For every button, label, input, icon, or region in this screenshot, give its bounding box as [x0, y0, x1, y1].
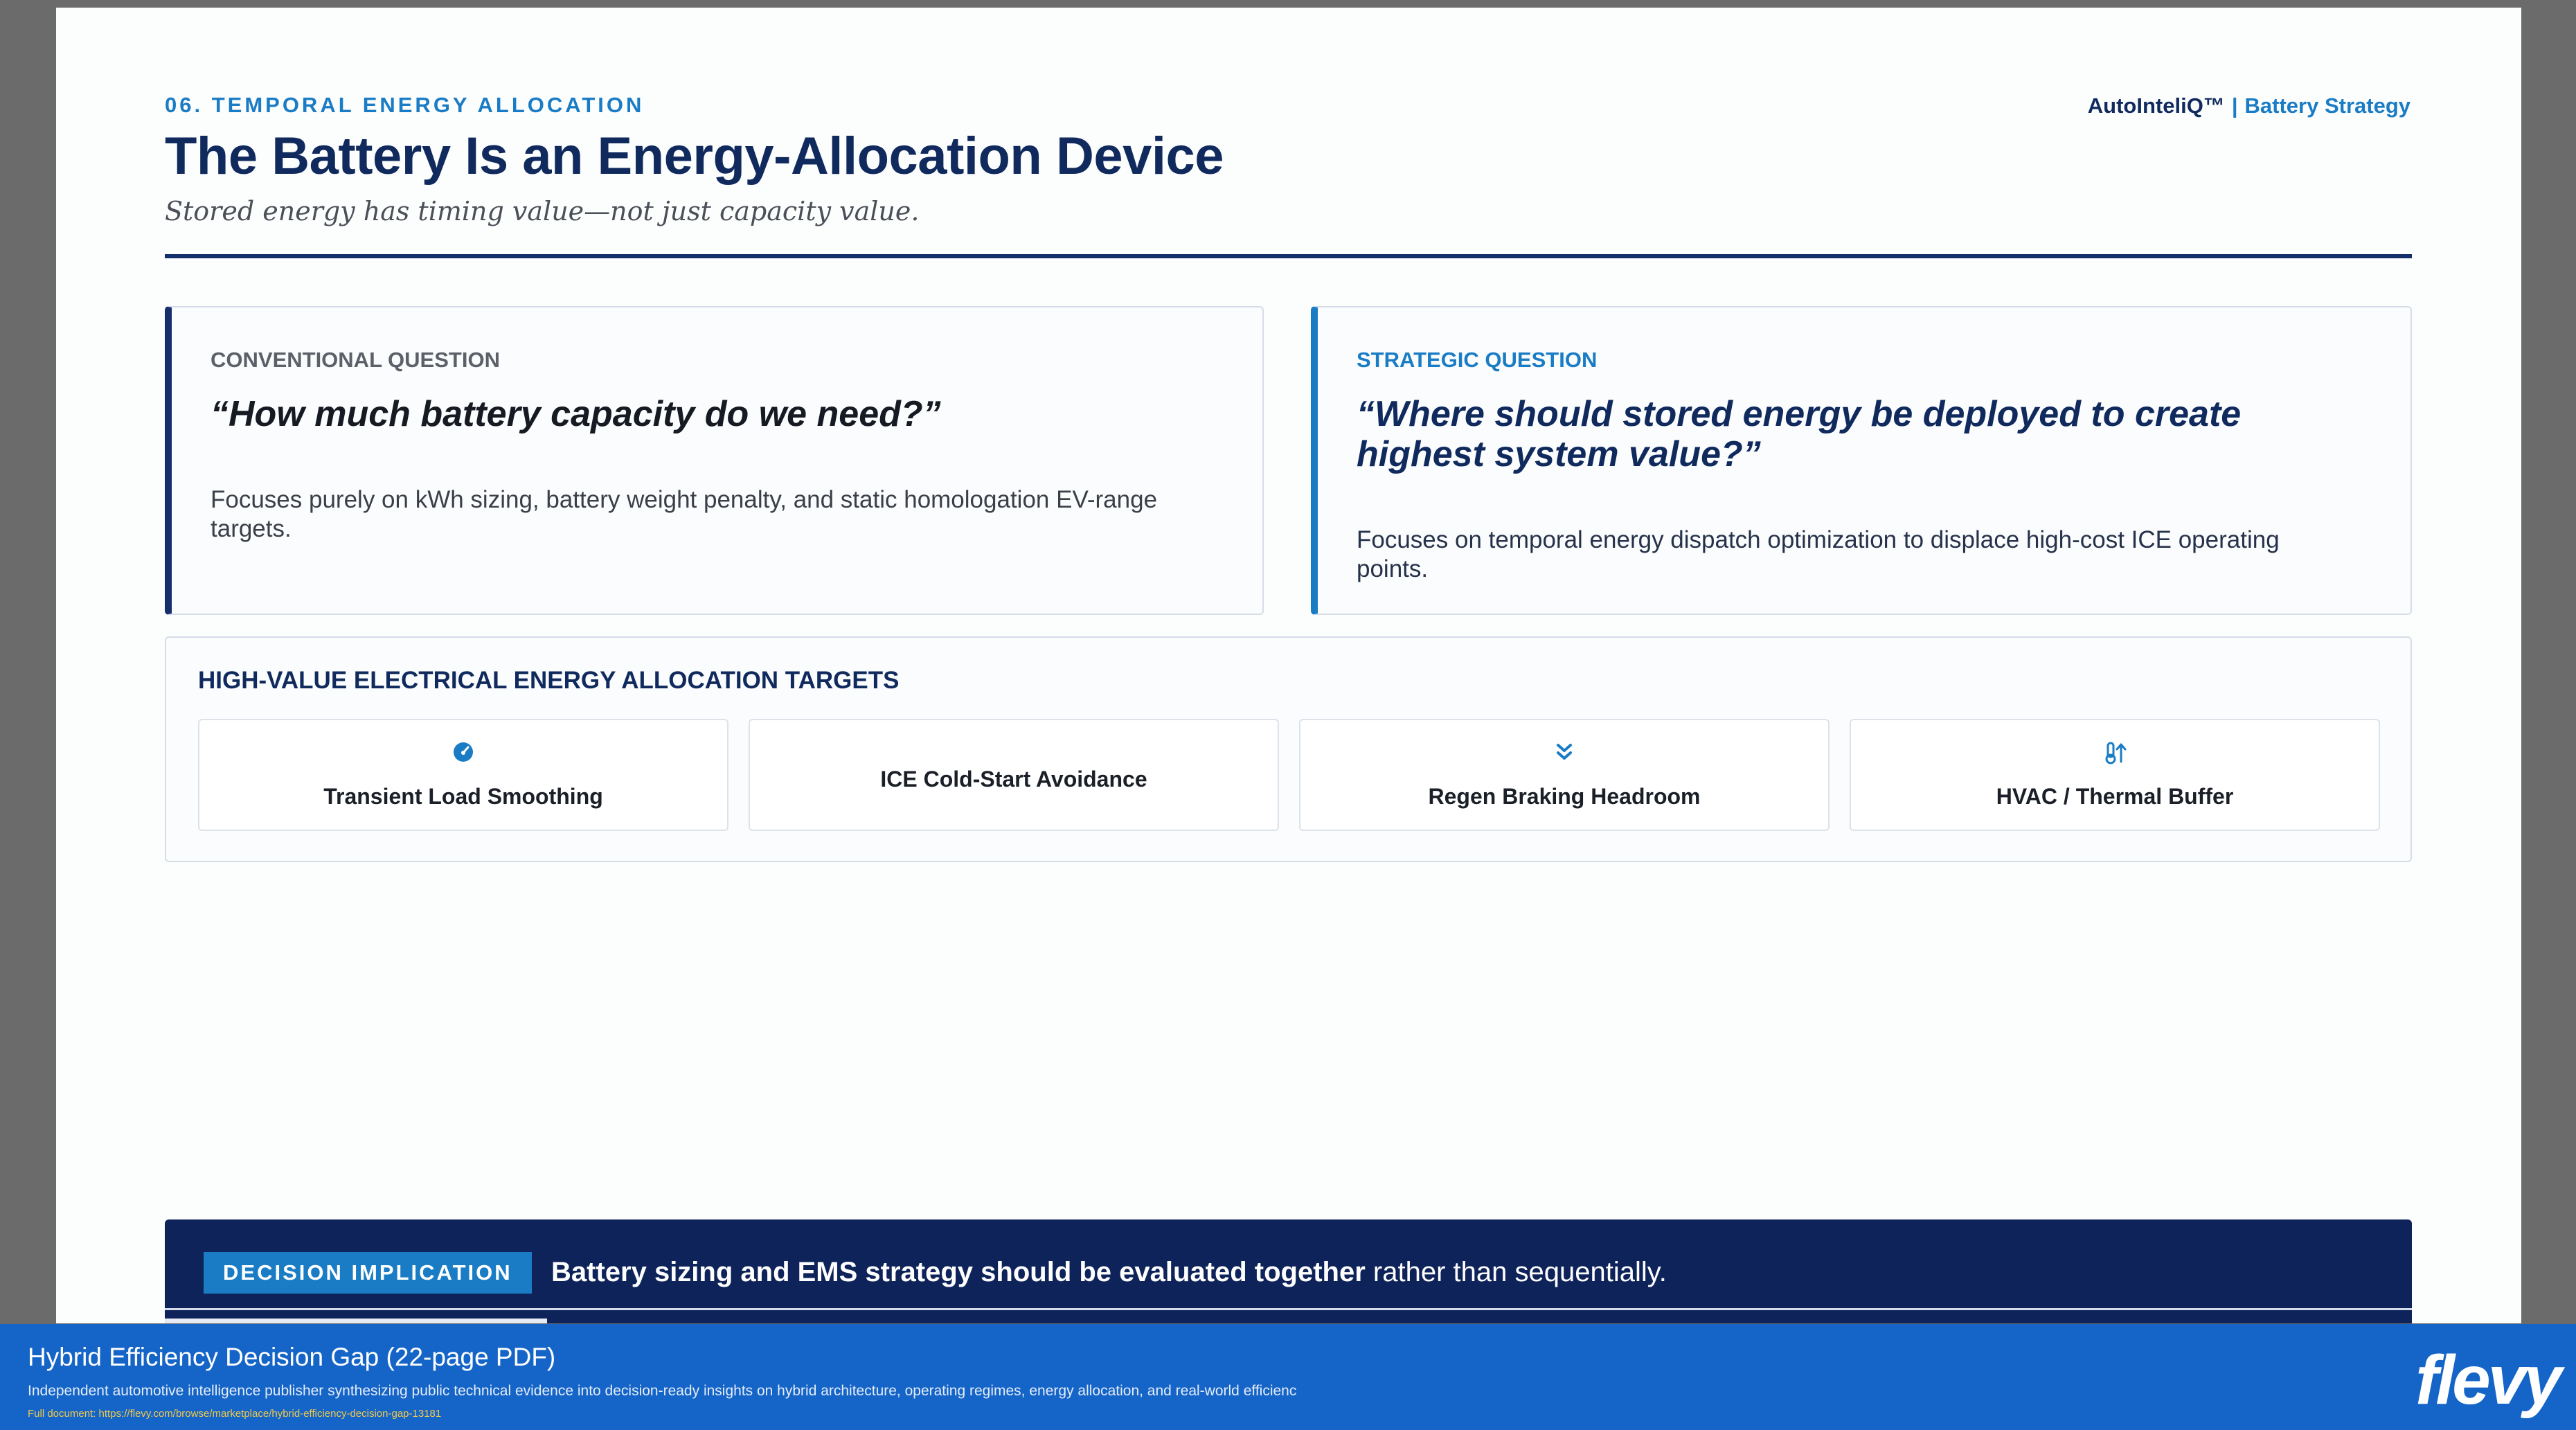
target-card-cold-start: ICE Cold-Start Avoidance: [749, 719, 1279, 831]
thermometer-icon: [1851, 741, 2379, 770]
conventional-question: “How much battery capacity do we need?”: [211, 394, 941, 434]
page-title: The Battery Is an Energy-Allocation Devi…: [165, 127, 1224, 186]
brand-subtitle: Battery Strategy: [2244, 93, 2410, 118]
double-chevron-down-icon: [1300, 741, 1828, 769]
brand-separator: |: [2231, 93, 2238, 118]
decision-divider: [165, 1308, 2412, 1310]
targets-title: HIGH-VALUE ELECTRICAL ENERGY ALLOCATION …: [198, 667, 900, 694]
gauge-icon: [199, 741, 727, 769]
strategic-description: Focuses on temporal energy dispatch opti…: [1357, 526, 2280, 582]
decision-tab: [165, 1319, 547, 1323]
brand-name: AutoInteliQ™: [2087, 93, 2225, 118]
conventional-question-card: CONVENTIONAL QUESTION “How much battery …: [165, 306, 1264, 615]
section-label: 06. TEMPORAL ENERGY ALLOCATION: [165, 93, 645, 117]
footer-title[interactable]: Hybrid Efficiency Decision Gap (22-page …: [28, 1343, 555, 1372]
footer-description: Independent automotive intelligence publ…: [28, 1383, 1297, 1399]
page-subtitle: Stored energy has timing value—not just …: [165, 196, 920, 226]
target-label: Regen Braking Headroom: [1428, 784, 1701, 809]
brand-mark: AutoInteliQ™ | Battery Strategy: [2088, 93, 2410, 118]
strategic-label: STRATEGIC QUESTION: [1357, 348, 1598, 372]
conventional-description: Focuses purely on kWh sizing, battery we…: [211, 486, 1158, 542]
decision-implication-bar: DECISION IMPLICATION Battery sizing and …: [165, 1219, 2412, 1323]
footer-link[interactable]: Full document: https://flevy.com/browse/…: [28, 1408, 441, 1420]
target-label: HVAC / Thermal Buffer: [1996, 784, 2234, 809]
decision-statement-rest: rather than sequentially.: [1365, 1257, 1667, 1287]
target-label: ICE Cold-Start Avoidance: [880, 767, 1147, 792]
target-card-regen-braking: Regen Braking Headroom: [1299, 719, 1830, 831]
decision-badge: DECISION IMPLICATION: [204, 1252, 532, 1294]
decision-statement: Battery sizing and EMS strategy should b…: [551, 1257, 1667, 1288]
footer-doc-title: Hybrid Efficiency Decision Gap: [28, 1343, 379, 1371]
strategic-question-card: STRATEGIC QUESTION “Where should stored …: [1311, 306, 2412, 615]
conventional-label: CONVENTIONAL QUESTION: [211, 348, 500, 372]
footer-page-count: (22-page PDF): [386, 1343, 556, 1371]
decision-statement-bold: Battery sizing and EMS strategy should b…: [551, 1257, 1366, 1287]
strategic-question: “Where should stored energy be deployed …: [1357, 394, 2242, 474]
target-card-transient-load: Transient Load Smoothing: [198, 719, 728, 831]
document-footer: Hybrid Efficiency Decision Gap (22-page …: [0, 1324, 2576, 1430]
slide-header: 06. TEMPORAL ENERGY ALLOCATION The Batte…: [165, 93, 1224, 226]
flevy-logo[interactable]: flevy: [2415, 1341, 2562, 1420]
header-divider: [165, 254, 2412, 258]
target-card-hvac-thermal: HVAC / Thermal Buffer: [1850, 719, 2380, 831]
allocation-targets-panel: HIGH-VALUE ELECTRICAL ENERGY ALLOCATION …: [165, 636, 2412, 862]
target-label: Transient Load Smoothing: [323, 784, 603, 809]
